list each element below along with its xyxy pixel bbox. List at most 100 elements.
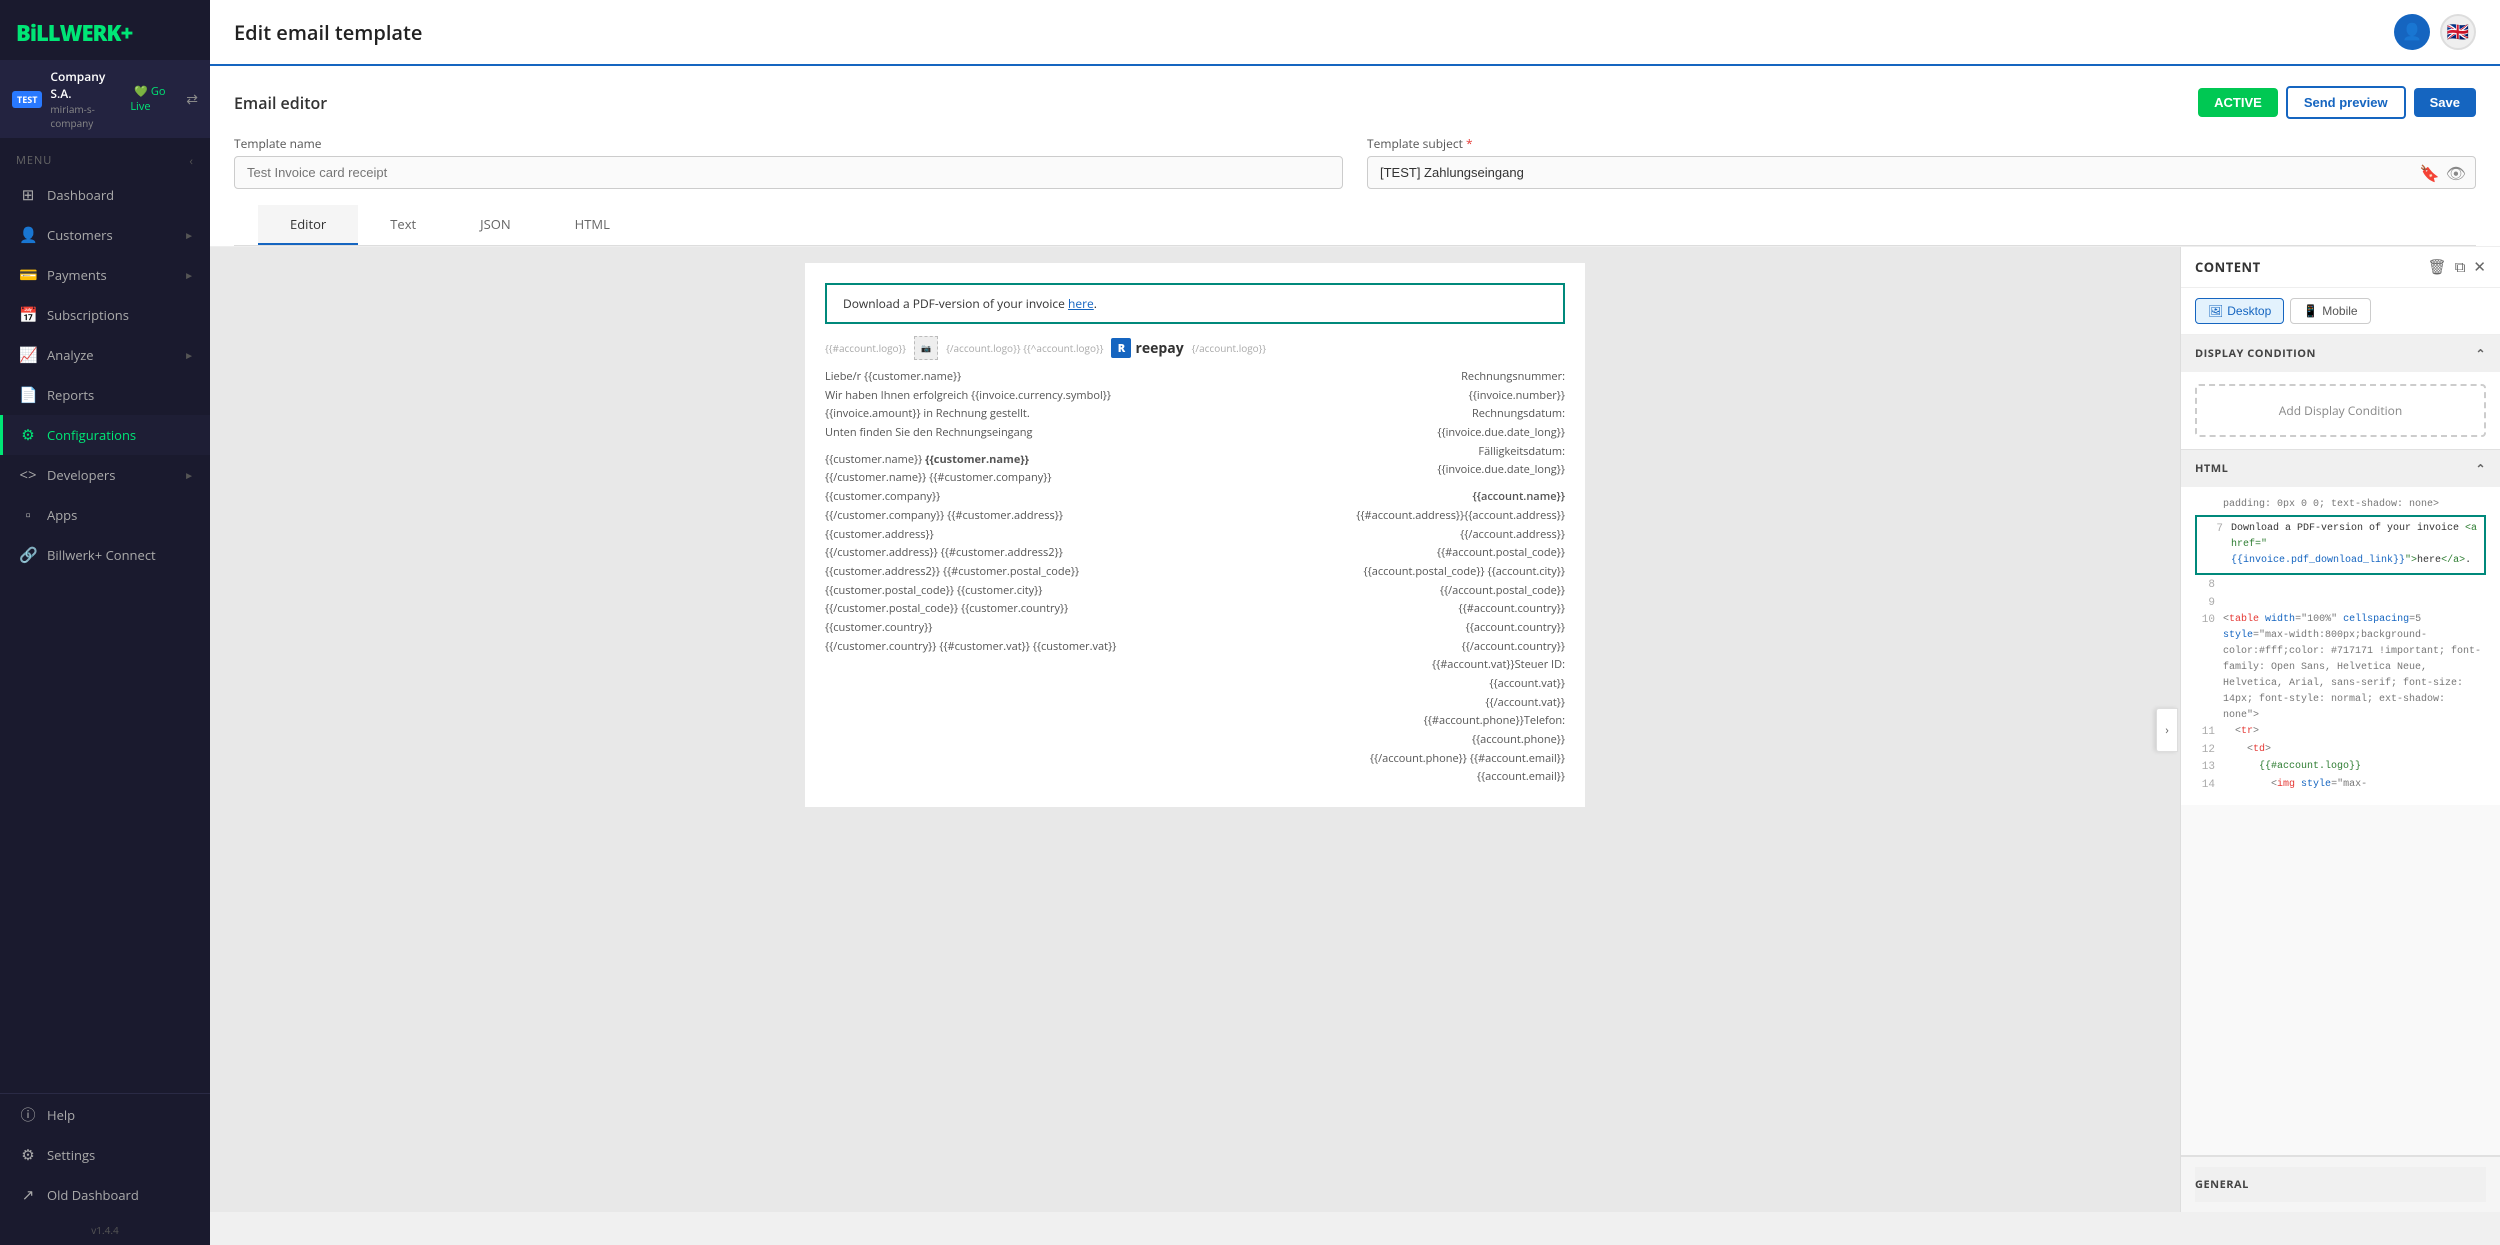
code-content-13: {{#account.logo}} bbox=[2223, 759, 2361, 777]
sidebar-item-customers[interactable]: 👤 Customers ► bbox=[0, 215, 210, 255]
settings-icon: ⚙ bbox=[19, 1145, 37, 1165]
code-line-11: 11 <tr> bbox=[2195, 724, 2486, 742]
sidebar-item-developers[interactable]: <> Developers ► bbox=[0, 455, 210, 495]
sidebar-item-help[interactable]: ⓘ Help bbox=[0, 1094, 210, 1135]
device-toggle: 🖼 Desktop 📱 Mobile bbox=[2181, 288, 2500, 335]
editor-tabs: Editor Text JSON HTML bbox=[234, 205, 2476, 246]
sidebar-label-help: Help bbox=[47, 1106, 75, 1124]
template-name-group: Template name bbox=[234, 135, 1343, 189]
add-condition-button[interactable]: Add Display Condition bbox=[2195, 384, 2486, 437]
logo-template-code: {{#account.logo}} bbox=[825, 341, 906, 355]
sidebar-item-payments[interactable]: 💳 Payments ► bbox=[0, 255, 210, 295]
panel-collapse-button[interactable]: › bbox=[2156, 708, 2178, 752]
save-button[interactable]: Save bbox=[2414, 88, 2476, 117]
code-line-8: 8 bbox=[2195, 577, 2486, 595]
swap-icon[interactable]: ⇄ bbox=[186, 90, 198, 109]
sidebar-label-analyze: Analyze bbox=[47, 346, 94, 364]
collapse-icon[interactable]: ‹ bbox=[189, 152, 194, 169]
sidebar-item-analyze[interactable]: 📈 Analyze ► bbox=[0, 335, 210, 375]
sidebar-label-dashboard: Dashboard bbox=[47, 186, 114, 204]
template-subject-field-wrapper: 🔖 👁 bbox=[1367, 156, 2476, 189]
code-line-12: 12 <td> bbox=[2195, 742, 2486, 760]
template-name-input[interactable] bbox=[234, 156, 1343, 189]
sidebar-label-old-dashboard: Old Dashboard bbox=[47, 1186, 139, 1204]
top-bar: Edit email template 👤 🇬🇧 bbox=[210, 0, 2500, 66]
canvas-text-line: Liebe/r {{customer.name}} bbox=[825, 368, 1345, 387]
canvas-text-line: {{/customer.country}} {{#customer.vat}} … bbox=[825, 638, 1345, 657]
main-area: Edit email template 👤 🇬🇧 Email editor AC… bbox=[210, 0, 2500, 1245]
billwerk-connect-icon: 🔗 bbox=[19, 545, 37, 565]
canvas-right-line: {{invoice.due.date_long}} bbox=[1345, 424, 1565, 443]
copy-icon[interactable]: ⧉ bbox=[2455, 257, 2466, 277]
tag-icon[interactable]: 🔖 bbox=[2420, 162, 2440, 184]
canvas-right-line: {{/account.phone}} {{#account.email}}{{a… bbox=[1345, 750, 1565, 787]
send-preview-button[interactable]: Send preview bbox=[2286, 86, 2406, 119]
canvas-text-line: {{customer.country}} bbox=[825, 619, 1345, 638]
sidebar-item-billwerk-connect[interactable]: 🔗 Billwerk+ Connect bbox=[0, 535, 210, 575]
code-line-14: 14 <img style="max- bbox=[2195, 777, 2486, 795]
trash-icon[interactable]: 🗑 bbox=[2428, 257, 2447, 277]
email-editor-section: Email editor ACTIVE Send preview Save Te… bbox=[210, 66, 2500, 247]
sidebar-item-dashboard[interactable]: ⊞ Dashboard bbox=[0, 175, 210, 215]
sidebar-label-configurations: Configurations bbox=[47, 426, 136, 444]
canvas-right-line: {{account.postal_code}} {{account.city}} bbox=[1345, 563, 1565, 582]
sidebar-bottom: ⓘ Help ⚙ Settings ↗ Old Dashboard v1.4.4 bbox=[0, 1093, 210, 1245]
eye-icon[interactable]: 👁 bbox=[2446, 162, 2466, 184]
content-area: Email editor ACTIVE Send preview Save Te… bbox=[210, 66, 2500, 1245]
canvas-highlight-box[interactable]: Download a PDF-version of your invoice h… bbox=[825, 283, 1565, 324]
analyze-arrow: ► bbox=[184, 348, 194, 362]
customers-arrow: ► bbox=[184, 228, 194, 242]
sidebar: BiLLWERK+ TEST Company S.A. miriam-s-com… bbox=[0, 0, 210, 1245]
email-right-column: Rechnungsnummer: {{invoice.number}} Rech… bbox=[1345, 368, 1565, 787]
canvas-right-line: {{account.country}} bbox=[1345, 619, 1565, 638]
canvas-text-line: {{customer.postal_code}} {{customer.city… bbox=[825, 582, 1345, 601]
sidebar-item-apps[interactable]: ▫ Apps bbox=[0, 495, 210, 535]
apps-icon: ▫ bbox=[19, 505, 37, 525]
logo-account-end: {/account.logo}} bbox=[1192, 341, 1267, 355]
tab-text[interactable]: Text bbox=[358, 205, 448, 245]
tab-editor[interactable]: Editor bbox=[258, 205, 358, 245]
display-condition-header[interactable]: DISPLAY CONDITION ⌃ bbox=[2181, 335, 2500, 372]
line-number-9: 9 bbox=[2195, 595, 2215, 613]
sidebar-item-subscriptions[interactable]: 📅 Subscriptions bbox=[0, 295, 210, 335]
panel-top-bar: CONTENT 🗑 ⧉ ✕ bbox=[2181, 247, 2500, 288]
language-flag-button[interactable]: 🇬🇧 bbox=[2440, 14, 2476, 50]
user-button[interactable]: 👤 bbox=[2394, 14, 2430, 50]
canvas-right-line: {{invoice.due.date_long}} bbox=[1345, 461, 1565, 480]
canvas-right-line: {{/account.address}} {{#account.postal_c… bbox=[1345, 526, 1565, 563]
line-number-14: 14 bbox=[2195, 777, 2215, 795]
close-icon[interactable]: ✕ bbox=[2473, 257, 2486, 277]
sidebar-label-payments: Payments bbox=[47, 266, 107, 284]
logo-template-end: {/account.logo}} {{^account.logo}} bbox=[946, 341, 1103, 355]
canvas-right-line: {{account.vat}} bbox=[1345, 675, 1565, 694]
mobile-button[interactable]: 📱 Mobile bbox=[2290, 298, 2370, 324]
logo-plus: + bbox=[121, 18, 133, 48]
canvas-text-line: {{customer.address}} bbox=[825, 526, 1345, 545]
sidebar-item-configurations[interactable]: ⚙ Configurations bbox=[0, 415, 210, 455]
editor-body: Download a PDF-version of your invoice h… bbox=[210, 247, 2500, 1212]
template-subject-input[interactable] bbox=[1367, 156, 2476, 189]
sidebar-item-old-dashboard[interactable]: ↗ Old Dashboard bbox=[0, 1175, 210, 1215]
email-left-column: Liebe/r {{customer.name}} Wir haben Ihne… bbox=[825, 368, 1345, 787]
code-content-7: Download a PDF-version of your invoice <… bbox=[2231, 521, 2478, 569]
html-section-header[interactable]: HTML ⌃ bbox=[2181, 450, 2500, 487]
canvas-right-line: {{account.phone}} bbox=[1345, 731, 1565, 750]
general-section: GENERAL bbox=[2181, 1156, 2500, 1212]
active-button[interactable]: ACTIVE bbox=[2198, 88, 2278, 117]
canvas-text-line: Unten finden Sie den Rechnungseingang bbox=[825, 424, 1345, 443]
desktop-button[interactable]: 🖼 Desktop bbox=[2195, 298, 2284, 324]
email-content-body: Liebe/r {{customer.name}} Wir haben Ihne… bbox=[825, 368, 1565, 787]
reports-icon: 📄 bbox=[19, 385, 37, 405]
canvas-text-line: {{/customer.company}} {{#customer.addres… bbox=[825, 507, 1345, 526]
sidebar-item-reports[interactable]: 📄 Reports bbox=[0, 375, 210, 415]
pdf-link[interactable]: here bbox=[1068, 295, 1094, 312]
go-live-link[interactable]: 💚 Go Live bbox=[130, 84, 165, 114]
tab-json[interactable]: JSON bbox=[448, 205, 543, 245]
logo-row: {{#account.logo}} 📷 {/account.logo}} {{^… bbox=[825, 336, 1565, 360]
general-section-header[interactable]: GENERAL bbox=[2195, 1167, 2486, 1202]
template-name-label: Template name bbox=[234, 135, 1343, 152]
sidebar-item-settings[interactable]: ⚙ Settings bbox=[0, 1135, 210, 1175]
canvas-right-line: Rechnungsnummer: bbox=[1345, 368, 1565, 387]
display-condition-area: Add Display Condition bbox=[2181, 372, 2500, 449]
tab-html[interactable]: HTML bbox=[543, 205, 642, 245]
